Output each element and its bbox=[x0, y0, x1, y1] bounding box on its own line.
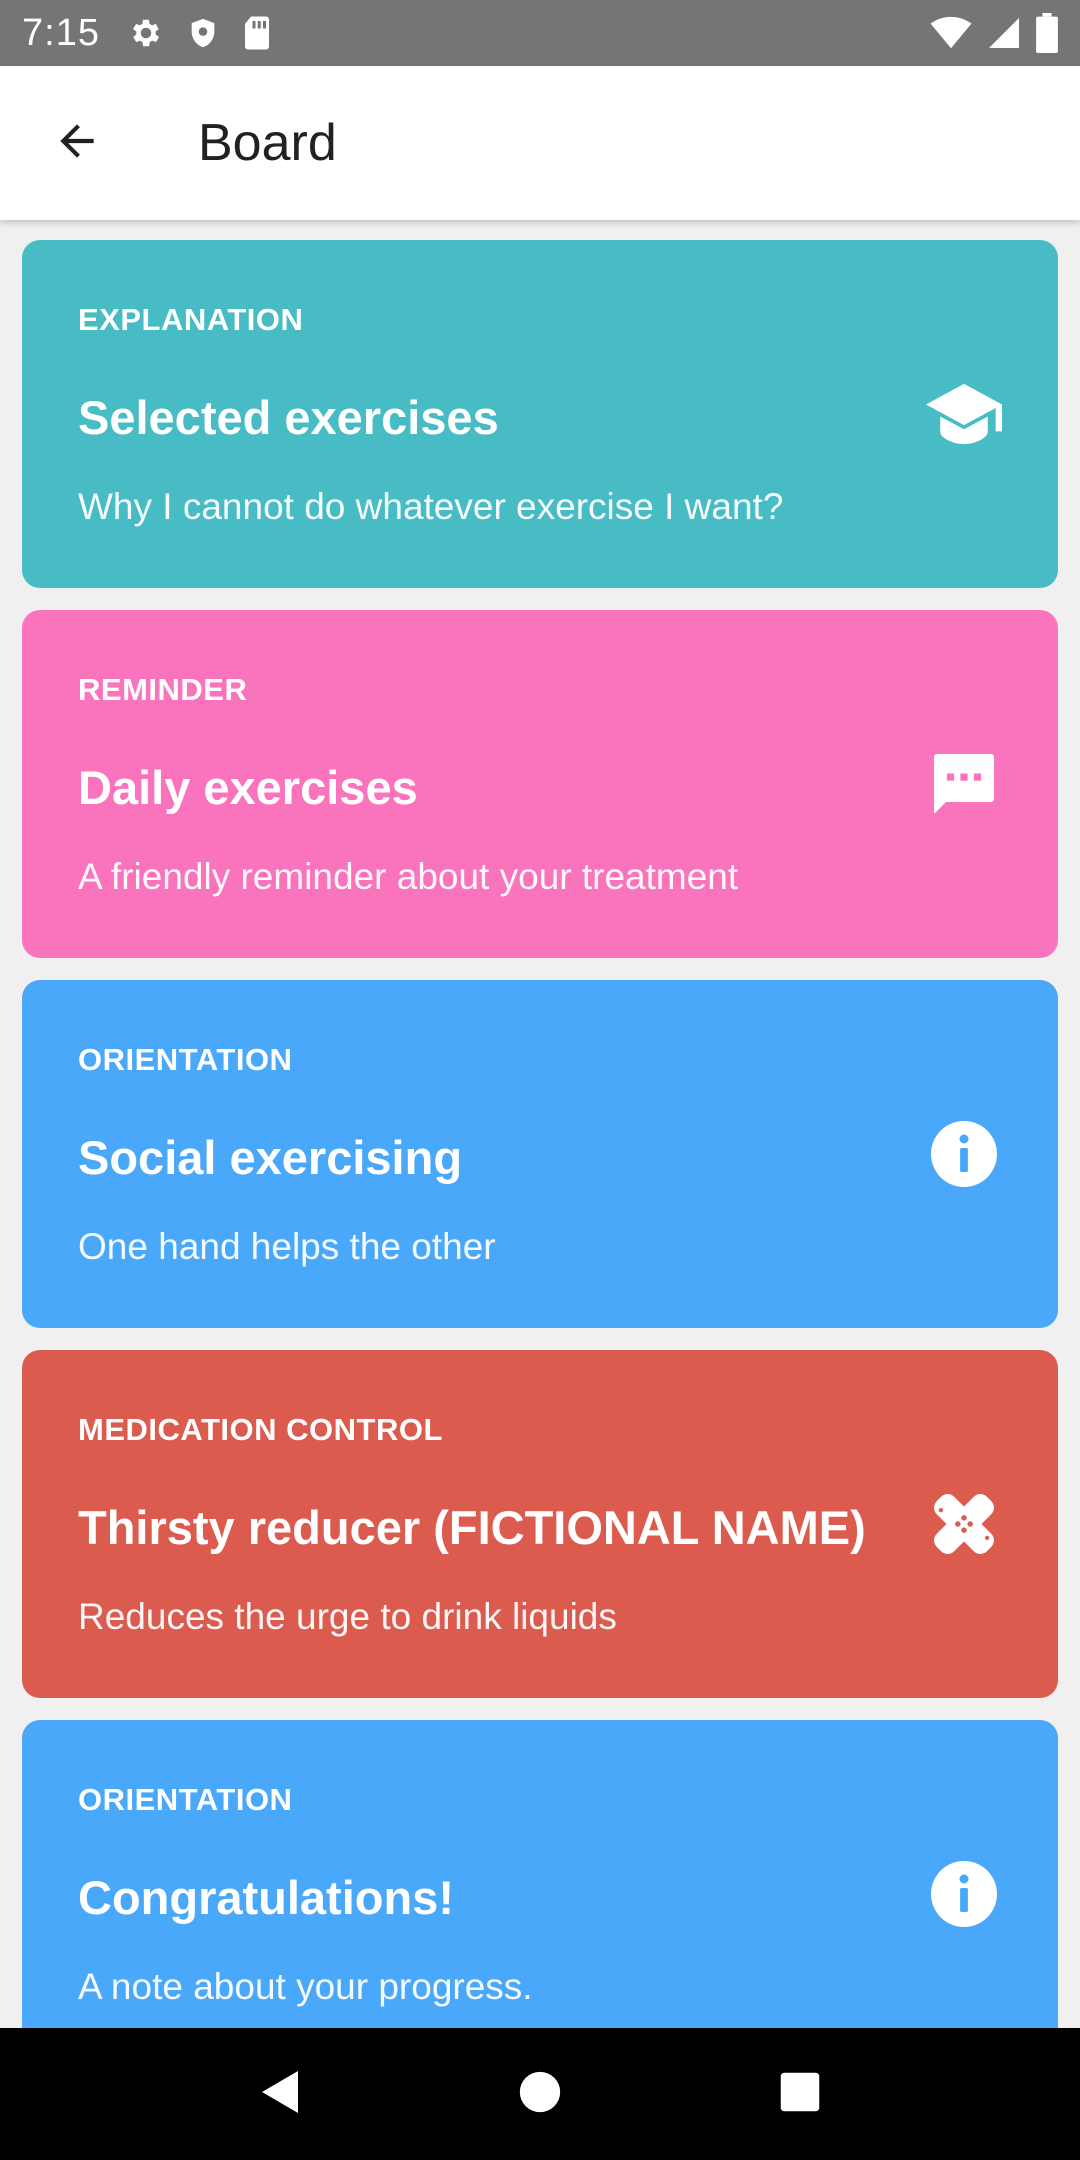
card-title: Thirsty reducer (FICTIONAL NAME) bbox=[78, 1501, 866, 1554]
status-time: 7:15 bbox=[22, 11, 100, 54]
wifi-icon bbox=[930, 16, 972, 50]
card-category: REMINDER bbox=[78, 672, 248, 707]
info-icon bbox=[926, 1116, 1002, 1192]
cell-signal-icon bbox=[986, 15, 1022, 51]
board-card-thirsty-reducer[interactable]: MEDICATION CONTROL Thirsty reducer (FICT… bbox=[22, 1350, 1058, 1698]
card-title: Daily exercises bbox=[78, 761, 418, 814]
arrow-back-icon bbox=[52, 116, 102, 171]
nav-home-icon bbox=[518, 2070, 562, 2119]
info-icon bbox=[926, 1856, 1002, 1932]
card-subtitle: Reduces the urge to drink liquids bbox=[78, 1596, 617, 1637]
card-title: Congratulations! bbox=[78, 1871, 454, 1924]
status-icons-left bbox=[128, 15, 272, 51]
card-title: Social exercising bbox=[78, 1131, 463, 1184]
nav-home-button[interactable] bbox=[480, 2034, 600, 2154]
status-bar: 7:15 bbox=[0, 0, 1080, 66]
app-bar: Board bbox=[0, 66, 1080, 220]
page-title: Board bbox=[198, 114, 337, 172]
board-card-selected-exercises[interactable]: EXPLANATION Selected exercises Why I can… bbox=[22, 240, 1058, 588]
card-category: ORIENTATION bbox=[78, 1042, 293, 1077]
card-category: EXPLANATION bbox=[78, 302, 304, 337]
settings-icon bbox=[128, 15, 164, 51]
board-card-social-exercising[interactable]: ORIENTATION Social exercising One hand h… bbox=[22, 980, 1058, 1328]
card-category: ORIENTATION bbox=[78, 1782, 293, 1817]
board-list[interactable]: EXPLANATION Selected exercises Why I can… bbox=[0, 220, 1080, 2028]
status-icons-right bbox=[930, 13, 1058, 53]
chat-bubble-icon bbox=[926, 746, 1002, 822]
card-subtitle: A note about your progress. bbox=[78, 1966, 533, 2007]
card-subtitle: One hand helps the other bbox=[78, 1226, 496, 1267]
board-card-daily-exercises[interactable]: REMINDER Daily exercises A friendly remi… bbox=[22, 610, 1058, 958]
nav-recents-icon bbox=[779, 2071, 821, 2118]
system-nav-bar bbox=[0, 2028, 1080, 2160]
battery-icon bbox=[1036, 13, 1058, 53]
card-category: MEDICATION CONTROL bbox=[78, 1412, 443, 1447]
sd-card-icon bbox=[242, 15, 272, 51]
card-subtitle: A friendly reminder about your treatment bbox=[78, 856, 739, 897]
board-card-congratulations[interactable]: ORIENTATION Congratulations! A note abou… bbox=[22, 1720, 1058, 2028]
nav-back-icon bbox=[258, 2068, 302, 2121]
card-subtitle: Why I cannot do whatever exercise I want… bbox=[78, 486, 784, 527]
shield-icon bbox=[186, 15, 220, 51]
graduation-cap-icon bbox=[926, 376, 1002, 452]
bandage-icon bbox=[926, 1486, 1002, 1562]
card-title: Selected exercises bbox=[78, 391, 499, 444]
nav-back-button[interactable] bbox=[220, 2034, 340, 2154]
back-button[interactable] bbox=[22, 88, 132, 198]
nav-recents-button[interactable] bbox=[740, 2034, 860, 2154]
